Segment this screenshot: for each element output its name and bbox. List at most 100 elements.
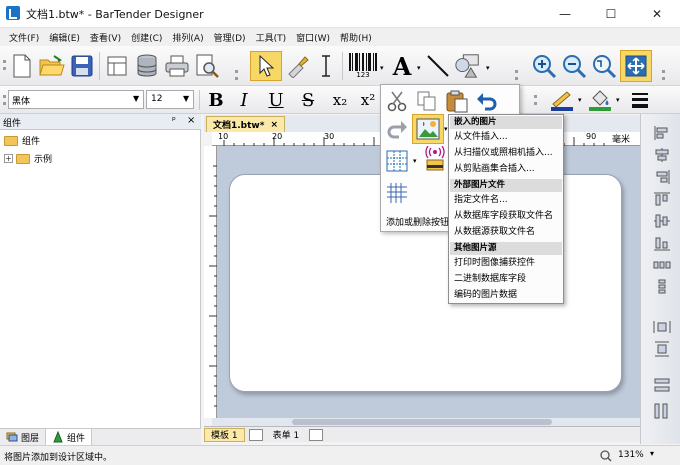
align-right-icon[interactable]: [651, 168, 673, 186]
align-center-icon[interactable]: [651, 146, 673, 164]
menu-help[interactable]: 帮助(H): [335, 31, 377, 44]
minimize-button[interactable]: —: [542, 0, 588, 28]
redo-icon[interactable]: [383, 115, 411, 143]
center-vertically-icon[interactable]: [651, 340, 673, 358]
text-cursor-icon[interactable]: [312, 52, 340, 80]
select-pointer-icon[interactable]: [250, 51, 282, 81]
text-tool-icon[interactable]: A: [388, 52, 416, 81]
menu-edit[interactable]: 编辑(E): [44, 31, 85, 44]
rfid-tag-icon[interactable]: [421, 145, 449, 173]
align-top-icon[interactable]: [651, 190, 673, 208]
tab-document1[interactable]: 文档1.btw* ×: [206, 116, 285, 132]
format-painter-icon[interactable]: [284, 52, 312, 80]
menu-item-insert-from-file[interactable]: 从文件插入...: [454, 131, 508, 143]
close-button[interactable]: ✕: [634, 0, 680, 28]
line-tool-icon[interactable]: [424, 52, 452, 80]
open-folder-icon[interactable]: [38, 52, 66, 80]
line-weight-icon[interactable]: [626, 86, 654, 114]
strikethrough-button[interactable]: S: [294, 86, 322, 114]
expand-icon[interactable]: +: [4, 154, 13, 163]
tab-layers[interactable]: 图层: [0, 429, 47, 445]
menu-item-filename-from-datasource[interactable]: 从数据源获取文件名: [454, 226, 535, 238]
menu-tools[interactable]: 工具(T): [251, 31, 292, 44]
shape-dropdown-icon[interactable]: ▾: [486, 64, 490, 72]
subscript-button[interactable]: x₂: [326, 86, 354, 114]
maximize-button[interactable]: ☐: [588, 0, 634, 28]
menu-item-encoded-picture-data[interactable]: 编码的图片数据: [454, 289, 517, 301]
horizontal-scrollbar[interactable]: [212, 418, 640, 426]
menu-view[interactable]: 查看(V): [85, 31, 126, 44]
shape-tool-icon[interactable]: [454, 52, 482, 80]
underline-button[interactable]: U: [262, 86, 290, 114]
zoom-actual-size-icon[interactable]: [590, 52, 618, 80]
add-remove-buttons-link[interactable]: 添加或删除按钮: [386, 215, 449, 228]
barcode-tool-icon[interactable]: 123: [346, 50, 380, 82]
menu-create[interactable]: 创建(C): [126, 31, 167, 44]
menu-item-filename-from-db-field[interactable]: 从数据库字段获取文件名: [454, 210, 553, 222]
text-dropdown-icon[interactable]: ▾: [417, 64, 421, 72]
font-name-select[interactable]: 黑体 ▼: [8, 90, 144, 109]
menu-window[interactable]: 窗口(W): [291, 31, 335, 44]
menu-item-insert-from-scanner[interactable]: 从扫描仪或照相机插入...: [454, 147, 553, 159]
toolbar-grip[interactable]: [235, 70, 241, 80]
line-color-icon[interactable]: [548, 86, 576, 114]
fill-color-icon[interactable]: [586, 86, 614, 114]
distribute-vertical-icon[interactable]: [651, 278, 673, 296]
font-size-select[interactable]: 12 ▼: [146, 90, 194, 109]
toolbar-grip[interactable]: [662, 70, 668, 80]
picture-tool-icon[interactable]: [412, 114, 444, 144]
zoom-out-icon[interactable]: [560, 52, 588, 80]
line-color-dropdown-icon[interactable]: ▾: [578, 96, 582, 104]
page-setup-icon[interactable]: [103, 52, 131, 80]
copy-icon[interactable]: [413, 87, 441, 115]
menu-item-print-time-capture[interactable]: 打印时图像捕获控件: [454, 257, 535, 269]
chevron-down-icon[interactable]: ▼: [133, 94, 139, 103]
menu-arrange[interactable]: 排列(A): [167, 31, 208, 44]
tree-item-components[interactable]: 组件: [4, 134, 40, 147]
align-left-icon[interactable]: [651, 124, 673, 142]
panel-close-icon[interactable]: ×: [187, 115, 195, 126]
paste-icon[interactable]: [443, 87, 471, 115]
undo-icon[interactable]: [473, 87, 501, 115]
add-template-icon[interactable]: [248, 428, 263, 441]
grid-lines-icon[interactable]: [383, 179, 411, 207]
print-icon[interactable]: [163, 52, 191, 80]
document-tab-close-icon[interactable]: ×: [270, 120, 278, 130]
grid-dropdown-icon[interactable]: ▾: [413, 157, 417, 165]
zoom-level[interactable]: 131%: [618, 450, 644, 460]
cut-icon[interactable]: [383, 87, 411, 115]
menu-item-binary-db-field[interactable]: 二进制数据库字段: [454, 273, 526, 285]
tree-item-examples[interactable]: + 示例: [4, 152, 52, 165]
distribute-horizontal-icon[interactable]: [651, 256, 673, 274]
fit-to-window-icon[interactable]: [620, 50, 652, 82]
toolbar-grip[interactable]: [515, 70, 521, 80]
zoom-in-icon[interactable]: [530, 52, 558, 80]
print-preview-icon[interactable]: [193, 52, 221, 80]
scrollbar-thumb[interactable]: [292, 419, 552, 425]
save-icon[interactable]: [68, 52, 96, 80]
center-horizontally-icon[interactable]: [651, 318, 673, 336]
align-middle-icon[interactable]: [651, 212, 673, 230]
add-form-icon[interactable]: [309, 428, 324, 441]
align-bottom-icon[interactable]: [651, 234, 673, 252]
menu-item-insert-from-clipart[interactable]: 从剪贴画集合插入...: [454, 163, 535, 175]
grid-icon[interactable]: [383, 147, 411, 175]
database-icon[interactable]: [133, 52, 161, 80]
barcode-dropdown-icon[interactable]: ▾: [380, 64, 384, 72]
zoom-dropdown-icon[interactable]: ▾: [650, 449, 654, 458]
chevron-down-icon[interactable]: ▼: [183, 94, 189, 103]
same-width-icon[interactable]: [651, 376, 673, 394]
italic-button[interactable]: I: [230, 86, 258, 114]
new-document-icon[interactable]: [8, 52, 36, 80]
tab-form-1[interactable]: 表单 1: [267, 428, 306, 442]
toolbar-grip[interactable]: [534, 95, 540, 105]
tab-components[interactable]: 组件: [46, 429, 93, 445]
menu-item-specify-filename[interactable]: 指定文件名...: [454, 194, 508, 206]
bold-button[interactable]: B: [202, 86, 230, 114]
superscript-button[interactable]: x²: [354, 86, 382, 114]
picture-dropdown-icon[interactable]: ▾: [444, 125, 448, 133]
menu-file[interactable]: 文件(F): [4, 31, 44, 44]
fill-color-dropdown-icon[interactable]: ▾: [616, 96, 620, 104]
menu-administer[interactable]: 管理(D): [209, 31, 251, 44]
pin-icon[interactable]: ᵖ: [172, 116, 176, 126]
